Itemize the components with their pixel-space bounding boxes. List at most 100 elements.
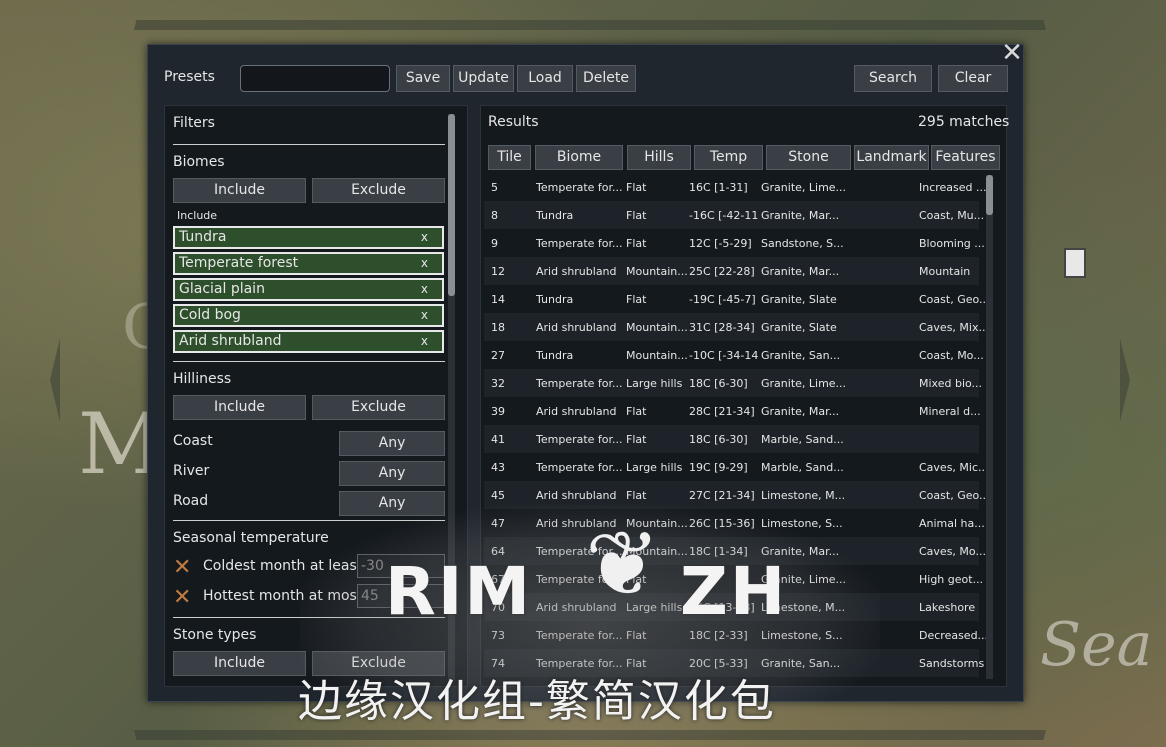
cell-temp: -19C [-45-7] — [689, 293, 756, 306]
cell-tile: 45 — [491, 489, 505, 502]
table-row[interactable]: 45 Arid shrubland Flat 27C [21-34] Limestone… — [484, 481, 987, 509]
biomes-exclude-button[interactable]: Exclude — [312, 178, 445, 203]
column-header-stone[interactable]: Stone — [766, 145, 851, 170]
load-button[interactable]: Load — [517, 65, 573, 92]
column-header-tile[interactable]: Tile — [488, 145, 531, 170]
table-row[interactable]: 9 Temperate for... Flat 12C [-5-29] Sandston… — [484, 229, 985, 257]
cell-features: High geot... — [919, 573, 984, 586]
table-row[interactable]: 5 Temperate for... Flat 16C [1-31] Granite, … — [484, 173, 987, 201]
river-select[interactable]: Any — [339, 461, 445, 486]
cell-features: Increased ... — [919, 181, 987, 194]
update-button[interactable]: Update — [453, 65, 514, 92]
map-label-sea: Sea — [1040, 610, 1153, 680]
biome-chip-cold-bog[interactable]: Cold bog x — [173, 304, 444, 327]
table-row[interactable]: 47 Arid shrubland Mountain... 26C [15-36] Li… — [484, 509, 985, 537]
cell-tile: 39 — [491, 405, 505, 418]
cell-biome: Temperate for... — [536, 237, 623, 250]
results-scrollbar[interactable] — [986, 175, 993, 679]
remove-biome-icon[interactable]: x — [421, 280, 428, 299]
remove-biome-icon[interactable]: x — [421, 306, 428, 325]
biome-chip-tundra[interactable]: Tundra x — [173, 226, 444, 249]
column-header-temp[interactable]: Temp — [694, 145, 763, 170]
close-icon[interactable]: ✕ — [1001, 40, 1023, 66]
watermark-logo-right: ZH — [680, 553, 788, 630]
cell-hills: Flat — [626, 629, 647, 642]
filters-divider — [173, 144, 445, 145]
search-button[interactable]: Search — [854, 65, 932, 92]
cell-hills: Flat — [626, 405, 647, 418]
cell-hills: Mountain... — [626, 321, 688, 334]
cell-features: Animal ha... — [919, 517, 985, 530]
results-count: 295 matches — [918, 114, 1010, 130]
river-label: River — [173, 463, 210, 479]
biome-chip-glacial-plain[interactable]: Glacial plain x — [173, 278, 444, 301]
column-header-features[interactable]: Features — [931, 145, 1000, 170]
delete-button[interactable]: Delete — [576, 65, 636, 92]
save-button[interactable]: Save — [396, 65, 450, 92]
coast-select[interactable]: Any — [339, 431, 445, 456]
cell-stone: Granite, Lime... — [761, 377, 847, 390]
remove-biome-icon[interactable]: x — [421, 254, 428, 273]
biome-chip-temperate-forest[interactable]: Temperate forest x — [173, 252, 444, 275]
cell-hills: Flat — [626, 489, 647, 502]
biome-chip-label: Cold bog — [179, 307, 241, 323]
table-row[interactable]: 43 Temperate for... Large hills 19C [9-29] M… — [484, 453, 987, 481]
clear-button[interactable]: Clear — [938, 65, 1008, 92]
cell-biome: Arid shrubland — [536, 489, 617, 502]
cell-features: Coast, Mu... — [919, 209, 985, 222]
biome-chip-label: Arid shrubland — [179, 333, 282, 349]
cell-features: Decreased... — [919, 629, 987, 642]
cell-temp: -16C [-42-11] — [689, 209, 759, 222]
cell-tile: 8 — [491, 209, 498, 222]
presets-label: Presets — [164, 69, 215, 85]
cell-temp: 18C [2-33] — [689, 629, 748, 642]
hilliness-divider — [173, 361, 445, 362]
cell-features: Caves, Mix... — [919, 321, 987, 334]
filters-scroll-thumb[interactable] — [448, 114, 455, 296]
road-label: Road — [173, 493, 209, 509]
cell-features: Caves, Mo... — [919, 545, 986, 558]
cell-hills: Flat — [626, 181, 647, 194]
cell-hills: Flat — [626, 293, 647, 306]
cell-biome: Temperate for... — [536, 629, 623, 642]
seasonal-divider — [173, 520, 445, 521]
preset-name-input[interactable] — [240, 65, 390, 92]
road-select[interactable]: Any — [339, 491, 445, 516]
disabled-cross-icon[interactable]: ✕ — [173, 557, 191, 579]
cell-features: Caves, Mic... — [919, 461, 987, 474]
cell-hills: Flat — [626, 209, 647, 222]
table-row[interactable]: 27 Tundra Mountain... -10C [-34-14] Granite,… — [484, 341, 984, 369]
table-row[interactable]: 18 Arid shrubland Mountain... 31C [28-34] Gr… — [484, 313, 987, 341]
cell-tile: 73 — [491, 629, 505, 642]
disabled-cross-icon[interactable]: ✕ — [173, 587, 191, 609]
biomes-include-button[interactable]: Include — [173, 178, 306, 203]
cell-biome: Temperate for... — [536, 377, 623, 390]
table-row[interactable]: 39 Arid shrubland Flat 28C [21-34] Granite, … — [484, 397, 981, 425]
hilliness-heading: Hilliness — [173, 371, 232, 387]
coast-label: Coast — [173, 433, 213, 449]
cell-biome: Temperate for... — [536, 461, 623, 474]
remove-biome-icon[interactable]: x — [421, 228, 428, 247]
column-header-hills[interactable]: Hills — [627, 145, 691, 170]
hilliness-include-button[interactable]: Include — [173, 395, 306, 420]
column-header-biome[interactable]: Biome — [535, 145, 623, 170]
results-scroll-thumb[interactable] — [986, 175, 993, 215]
cell-features: Mineral d... — [919, 405, 981, 418]
table-row[interactable]: 41 Temperate for... Flat 18C [6-30] Marble, … — [484, 425, 979, 453]
biome-chip-arid-shrubland[interactable]: Arid shrubland x — [173, 330, 444, 353]
remove-biome-icon[interactable]: x — [421, 332, 428, 351]
hilliness-exclude-button[interactable]: Exclude — [312, 395, 445, 420]
cell-stone: Granite, Lime... — [761, 181, 847, 194]
table-row[interactable]: 14 Tundra Flat -19C [-45-7] Granite, Slate Co… — [484, 285, 987, 313]
cell-tile: 41 — [491, 433, 505, 446]
table-row[interactable]: 32 Temperate for... Large hills 18C [6-30] G… — [484, 369, 982, 397]
map-settlement-marker[interactable] — [1064, 248, 1086, 278]
cell-biome: Tundra — [536, 209, 574, 222]
column-header-landmark[interactable]: Landmark — [854, 145, 929, 170]
stone-include-button[interactable]: Include — [173, 651, 306, 676]
table-row[interactable]: 8 Tundra Flat -16C [-42-11] Granite, Mar... C… — [484, 201, 984, 229]
watermark-subtitle: 边缘汉化组-繁简汉化包 — [298, 676, 776, 727]
cell-temp: 31C [28-34] — [689, 321, 755, 334]
cell-tile: 27 — [491, 349, 505, 362]
table-row[interactable]: 12 Arid shrubland Mountain... 25C [22-28] Gr… — [484, 257, 979, 285]
